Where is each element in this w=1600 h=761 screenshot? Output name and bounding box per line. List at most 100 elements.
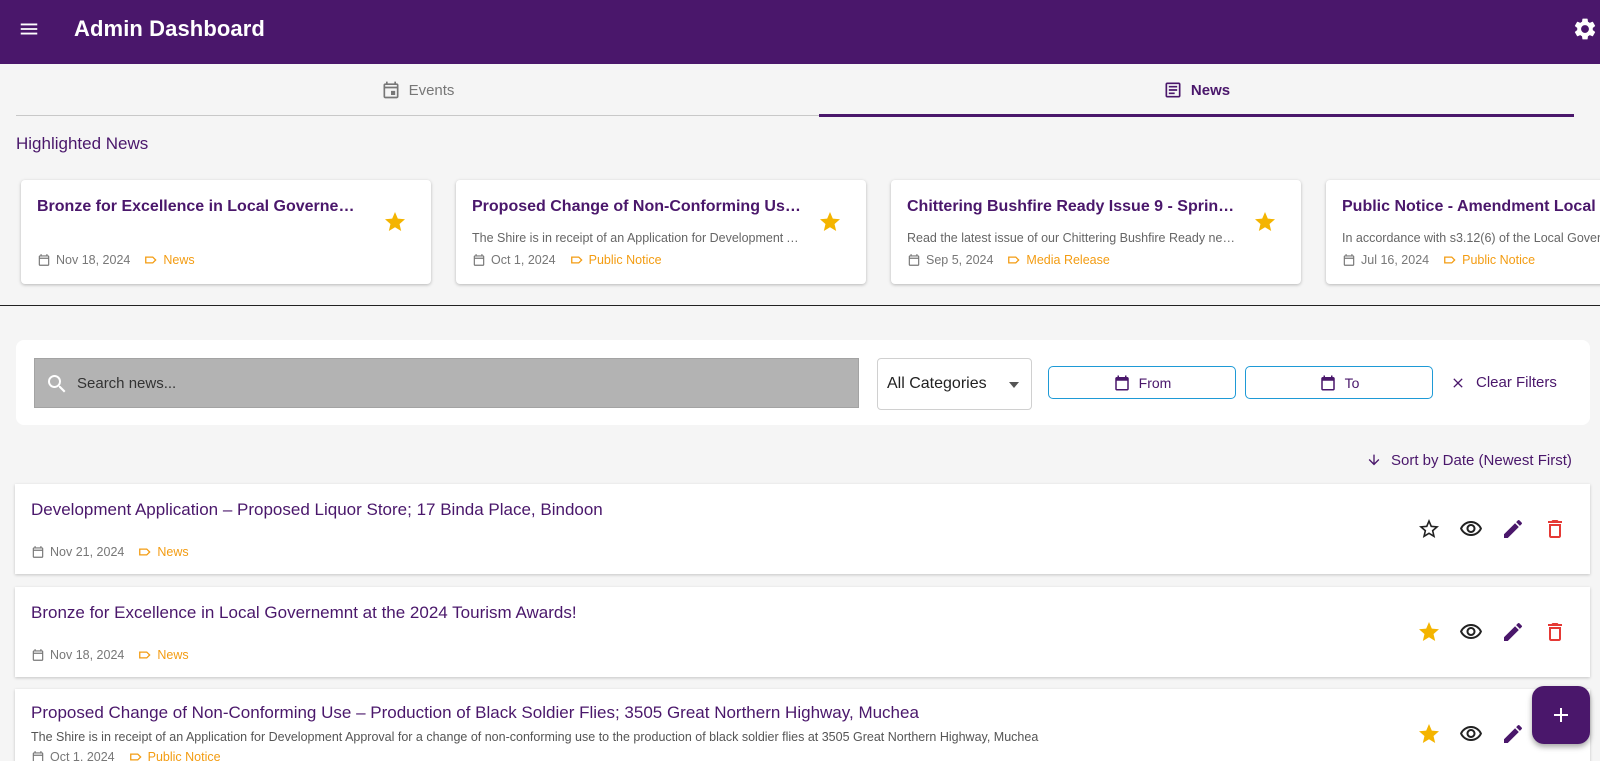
sort-button[interactable]: Sort by Date (Newest First) [1366, 448, 1572, 472]
date-text: Jul 16, 2024 [1361, 253, 1430, 267]
category-label: Media Release [1026, 253, 1110, 267]
star-outline-icon[interactable] [1417, 517, 1441, 541]
highlighted-news-carousel[interactable]: Bronze for Excellence in Local Governemn… [0, 170, 1600, 306]
highlighted-news-heading: Highlighted News [16, 134, 149, 153]
category-label: Public Notice [1462, 253, 1536, 267]
news-list-item[interactable]: Bronze for Excellence in Local Governemn… [15, 587, 1590, 677]
date-text: Oct 1, 2024 [491, 253, 556, 267]
calendar-icon [1319, 374, 1337, 392]
news-title[interactable]: Bronze for Excellence in Local Governemn… [31, 603, 577, 623]
plus-icon [1549, 703, 1573, 727]
article-icon [1163, 80, 1183, 100]
highlighted-card-title: Public Notice - Amendment Local Laws [1342, 198, 1600, 215]
news-list-item[interactable]: Development Application – Proposed Liquo… [15, 484, 1590, 574]
category-select[interactable]: All Categories [877, 358, 1032, 410]
tab-events-label: Events [408, 81, 455, 99]
delete-icon[interactable] [1543, 620, 1567, 644]
star-filled-icon[interactable] [818, 210, 842, 234]
tag-icon [129, 750, 143, 761]
tag-icon [1443, 253, 1457, 267]
filter-bar: Search news... All Categories From To Cl… [16, 340, 1590, 425]
highlighted-card-excerpt: Read the latest issue of our Chittering … [907, 231, 1239, 245]
news-meta: Oct 1, 2024 Public Notice [31, 750, 221, 761]
highlighted-card[interactable]: Proposed Change of Non-Conforming Use – … [456, 180, 866, 284]
news-title[interactable]: Proposed Change of Non-Conforming Use – … [31, 703, 919, 723]
category-label: News [157, 648, 189, 662]
search-input[interactable]: Search news... [34, 358, 859, 408]
arrow-down-icon [1366, 452, 1382, 468]
tab-news[interactable]: News [819, 64, 1574, 117]
star-filled-icon[interactable] [1417, 722, 1441, 746]
close-icon [1450, 375, 1466, 391]
highlighted-card[interactable]: Chittering Bushfire Ready Issue 9 - Spri… [891, 180, 1301, 284]
news-actions [1417, 722, 1525, 746]
calendar-icon [31, 545, 45, 559]
add-news-button[interactable] [1532, 686, 1590, 744]
highlighted-card-title: Chittering Bushfire Ready Issue 9 - Spri… [907, 198, 1237, 215]
star-filled-icon[interactable] [383, 210, 407, 234]
category-label: Public Notice [147, 750, 221, 761]
category-select-value: All Categories [887, 375, 987, 392]
highlighted-card-title: Proposed Change of Non-Conforming Use – … [472, 198, 802, 215]
highlighted-card-meta: Nov 18, 2024 News [37, 253, 195, 267]
delete-icon[interactable] [1543, 517, 1567, 541]
highlighted-card-title: Bronze for Excellence in Local Governemn… [37, 198, 367, 215]
highlighted-card-excerpt: The Shire is in receipt of an Applicatio… [472, 231, 804, 245]
calendar-icon [31, 750, 45, 761]
news-title[interactable]: Development Application – Proposed Liquo… [31, 500, 603, 520]
edit-icon[interactable] [1501, 517, 1525, 541]
clear-filters-label: Clear Filters [1476, 374, 1557, 391]
from-date-label: From [1138, 374, 1172, 391]
highlighted-card-meta: Oct 1, 2024 Public Notice [472, 253, 662, 267]
active-tab-indicator [819, 114, 1574, 117]
news-actions [1417, 620, 1567, 644]
highlighted-card[interactable]: Bronze for Excellence in Local Governemn… [21, 180, 431, 284]
edit-icon[interactable] [1501, 722, 1525, 746]
gear-icon[interactable] [1572, 16, 1598, 42]
calendar-icon [472, 253, 486, 267]
tab-bar: Events News [16, 64, 1574, 117]
to-date-button[interactable]: To [1245, 366, 1433, 399]
from-date-button[interactable]: From [1048, 366, 1236, 399]
sort-label: Sort by Date (Newest First) [1391, 451, 1572, 469]
tag-icon [138, 648, 152, 662]
calendar-icon [381, 80, 401, 100]
dropdown-arrow-icon [1008, 379, 1020, 391]
category-label: Public Notice [588, 253, 662, 267]
news-list-item[interactable]: Proposed Change of Non-Conforming Use – … [15, 689, 1590, 761]
news-actions [1417, 517, 1567, 541]
calendar-icon [1342, 253, 1356, 267]
menu-icon[interactable] [18, 18, 40, 40]
tag-icon [144, 253, 158, 267]
highlighted-card-excerpt: In accordance with s3.12(6) of the Local… [1342, 231, 1600, 245]
news-meta: Nov 18, 2024 News [31, 648, 189, 662]
calendar-icon [907, 253, 921, 267]
highlighted-card-meta: Sep 5, 2024 Media Release [907, 253, 1110, 267]
date-text: Sep 5, 2024 [926, 253, 994, 267]
tag-icon [1007, 253, 1021, 267]
view-icon[interactable] [1459, 722, 1483, 746]
category-label: News [163, 253, 195, 267]
clear-filters-button[interactable]: Clear Filters [1450, 366, 1557, 399]
tag-icon [570, 253, 584, 267]
calendar-icon [37, 253, 51, 267]
to-date-label: To [1344, 374, 1360, 391]
date-text: Nov 18, 2024 [56, 253, 131, 267]
date-text: Nov 18, 2024 [50, 648, 125, 662]
edit-icon[interactable] [1501, 620, 1525, 644]
star-filled-icon[interactable] [1417, 620, 1441, 644]
calendar-icon [1113, 374, 1131, 392]
star-filled-icon[interactable] [1253, 210, 1277, 234]
highlighted-card-meta: Jul 16, 2024 Public Notice [1342, 253, 1535, 267]
search-placeholder: Search news... [77, 375, 177, 392]
view-icon[interactable] [1459, 620, 1483, 644]
app-bar: Admin Dashboard [0, 0, 1600, 64]
search-icon [45, 372, 69, 396]
highlighted-card[interactable]: Public Notice - Amendment Local Laws In … [1326, 180, 1600, 284]
view-icon[interactable] [1459, 517, 1483, 541]
page-title: Admin Dashboard [74, 16, 265, 41]
news-meta: Nov 21, 2024 News [31, 545, 189, 559]
calendar-icon [31, 648, 45, 662]
date-text: Oct 1, 2024 [50, 750, 115, 761]
tab-events[interactable]: Events [16, 64, 819, 116]
